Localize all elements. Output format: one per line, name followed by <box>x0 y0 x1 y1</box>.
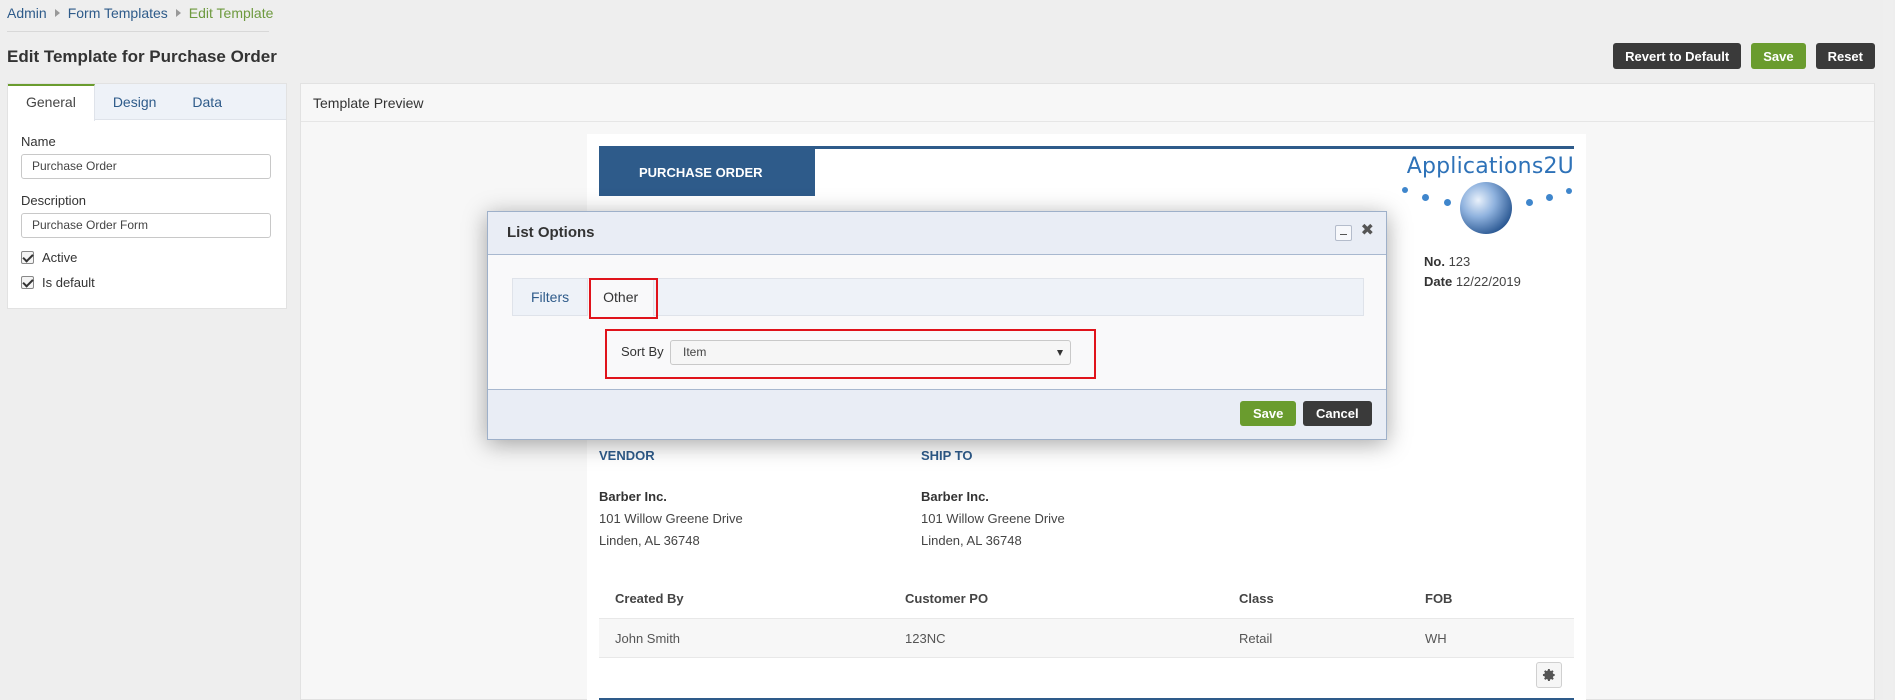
document-banner: PURCHASE ORDER <box>599 149 815 196</box>
vendor-address: Barber Inc. 101 Willow Greene Drive Lind… <box>599 486 743 552</box>
breadcrumb-current: Edit Template <box>188 5 274 21</box>
logo-dot <box>1444 199 1451 206</box>
template-settings-panel: General Design Data Name Purchase Order … <box>7 83 287 309</box>
vendor-heading: VENDOR <box>599 448 655 463</box>
po-meta: No. 123 Date 12/22/2019 <box>1424 252 1521 292</box>
table-header-row: Created By Customer PO Class FOB <box>599 578 1574 618</box>
po-date-value: 12/22/2019 <box>1455 274 1521 289</box>
active-checkbox[interactable] <box>21 251 34 264</box>
po-number-value: 123 <box>1448 254 1471 269</box>
table-cell: WH <box>1425 630 1447 646</box>
list-options-dialog: List Options ✖ Filters Other Sort By Ite… <box>487 211 1387 440</box>
name-label: Name <box>21 134 56 149</box>
chevron-down-icon <box>1057 350 1063 356</box>
column-header: FOB <box>1425 590 1453 606</box>
settings-tabs: General Design Data <box>8 84 286 121</box>
save-button[interactable]: Save <box>1751 43 1806 69</box>
breadcrumb: Admin Form Templates Edit Template <box>7 5 273 21</box>
ship-to-name: Barber Inc. <box>921 489 989 504</box>
dialog-header: List Options ✖ <box>488 212 1386 255</box>
logo-text: Applications2U <box>1406 154 1574 179</box>
is-default-checkbox[interactable] <box>21 276 34 289</box>
company-logo: Applications2U <box>1398 154 1574 244</box>
revert-to-default-button[interactable]: Revert to Default <box>1613 43 1742 69</box>
logo-dot <box>1566 188 1572 194</box>
page-scrollbar[interactable] <box>1883 0 1893 700</box>
ship-to-heading: SHIP TO <box>921 448 973 463</box>
sort-by-row: Sort By Item <box>605 329 1096 379</box>
description-field[interactable]: Purchase Order Form <box>21 213 271 238</box>
logo-dot <box>1546 194 1553 201</box>
sort-by-value: Item <box>683 345 707 359</box>
column-header: Created By <box>615 590 684 606</box>
table-cell: 123NC <box>905 630 946 646</box>
sort-by-label: Sort By <box>621 344 664 359</box>
preview-title: Template Preview <box>301 84 1874 122</box>
page-actions: Revert to Default Save Reset <box>1613 43 1875 69</box>
logo-dot <box>1402 187 1408 193</box>
po-date-label: Date <box>1424 274 1453 289</box>
ship-to-address: Barber Inc. 101 Willow Greene Drive Lind… <box>921 486 1065 552</box>
tab-general[interactable]: General <box>8 84 95 121</box>
breadcrumb-divider <box>7 31 269 32</box>
vendor-city: Linden, AL 36748 <box>599 533 700 548</box>
close-icon[interactable]: ✖ <box>1361 223 1374 239</box>
minimize-icon[interactable] <box>1335 225 1352 241</box>
table-cell: Retail <box>1239 630 1273 646</box>
tab-filters[interactable]: Filters <box>513 279 587 315</box>
chevron-right-icon <box>54 9 60 17</box>
vendor-street: 101 Willow Greene Drive <box>599 511 743 526</box>
ship-to-city: Linden, AL 36748 <box>921 533 1022 548</box>
page-title: Edit Template for Purchase Order <box>7 47 277 66</box>
vendor-name: Barber Inc. <box>599 489 667 504</box>
globe-icon <box>1460 182 1512 234</box>
column-header: Customer PO <box>905 590 989 606</box>
reset-button[interactable]: Reset <box>1815 43 1875 69</box>
table-settings-button[interactable] <box>1536 662 1562 688</box>
tab-other[interactable]: Other <box>587 279 655 316</box>
name-field[interactable]: Purchase Order <box>21 154 271 179</box>
is-default-checkbox-row[interactable]: Is default <box>21 275 286 290</box>
active-checkbox-row[interactable]: Active <box>21 250 286 265</box>
description-label: Description <box>21 193 87 208</box>
dialog-save-button[interactable]: Save <box>1240 401 1297 426</box>
po-number-label: No. <box>1424 254 1445 269</box>
is-default-label: Is default <box>42 275 95 290</box>
column-header: Class <box>1239 590 1274 606</box>
sort-by-select[interactable]: Item <box>670 340 1071 365</box>
table-cell: John Smith <box>615 630 681 646</box>
breadcrumb-admin-link[interactable]: Admin <box>7 5 47 21</box>
logo-dot <box>1422 194 1429 201</box>
chevron-right-icon <box>175 9 181 17</box>
dialog-title: List Options <box>507 224 595 241</box>
active-label: Active <box>42 250 78 265</box>
dialog-cancel-button[interactable]: Cancel <box>1303 401 1372 426</box>
table-row: John Smith 123NC Retail WH <box>599 618 1574 658</box>
logo-dot <box>1526 199 1533 206</box>
dialog-body: Filters Other Sort By Item <box>488 255 1386 390</box>
dialog-footer: Save Cancel <box>488 390 1386 439</box>
dialog-tabs: Filters Other <box>512 278 1364 316</box>
ship-to-street: 101 Willow Greene Drive <box>921 511 1065 526</box>
tab-data[interactable]: Data <box>174 84 240 120</box>
tab-design[interactable]: Design <box>95 84 175 120</box>
gear-icon <box>1542 669 1555 681</box>
breadcrumb-form-templates-link[interactable]: Form Templates <box>68 5 168 21</box>
